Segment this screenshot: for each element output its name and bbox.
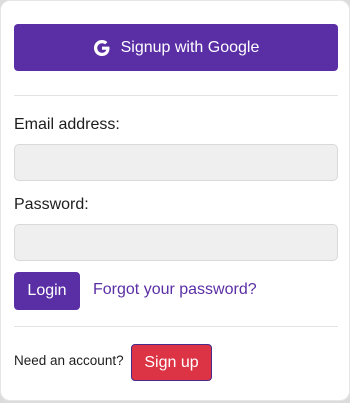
password-label: Password: (14, 196, 89, 213)
signup-button[interactable]: Sign up (131, 344, 212, 381)
password-field[interactable] (14, 224, 338, 261)
google-g-icon (93, 39, 111, 57)
divider-top (14, 95, 338, 96)
forgot-password-link[interactable]: Forgot your password? (93, 281, 257, 299)
email-label: Email address: (14, 116, 120, 133)
google-button-label: Signup with Google (120, 38, 260, 56)
signup-card: Signup with Google Email address: Passwo… (0, 0, 350, 401)
signup-with-google-button[interactable]: Signup with Google (14, 24, 338, 71)
login-button[interactable]: Login (14, 272, 80, 310)
need-account-text: Need an account? (14, 353, 124, 368)
divider-bottom (14, 326, 338, 327)
email-field[interactable] (14, 144, 338, 181)
